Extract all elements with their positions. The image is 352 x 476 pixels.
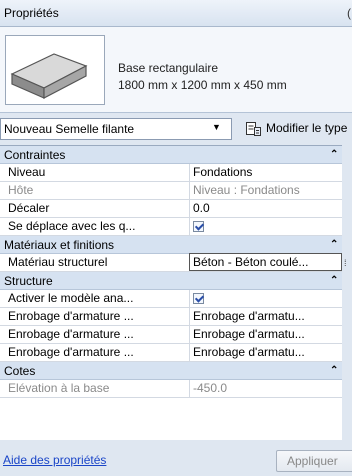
collapse-chevron-icon[interactable]: ⌃ bbox=[330, 272, 338, 290]
instance-type-label: Nouveau Semelle filante bbox=[4, 122, 135, 136]
collapse-chevron-icon[interactable]: ⌃ bbox=[330, 146, 338, 164]
properties-footer: Aide des propriétés Appliquer bbox=[0, 444, 352, 476]
property-row-rebar-cover[interactable]: Enrobage d'armature ... Enrobage d'armat… bbox=[0, 326, 342, 344]
property-row-hote: Hôte Niveau : Fondations bbox=[0, 182, 342, 200]
resize-grip-icon[interactable]: ⁞ bbox=[344, 258, 347, 268]
section-title: Contraintes bbox=[4, 148, 66, 162]
property-value[interactable]: Enrobage d'armatu... bbox=[189, 308, 342, 325]
property-row-rebar-cover[interactable]: Enrobage d'armature ... Enrobage d'armat… bbox=[0, 344, 342, 362]
type-dimensions: 1800 mm x 1200 mm x 450 mm bbox=[118, 78, 287, 92]
property-row-base-elevation: Elévation à la base -450.0 bbox=[0, 380, 342, 398]
type-preview-panel: Base rectangulaire 1800 mm x 1200 mm x 4… bbox=[0, 27, 352, 113]
titlebar-fragment: ( bbox=[347, 6, 351, 20]
type-family-name: Base rectangulaire bbox=[118, 61, 219, 75]
property-key: Se déplace avec les q... bbox=[8, 219, 136, 233]
property-key: Activer le modèle ana... bbox=[8, 291, 134, 305]
section-cotes[interactable]: Cotes ⌃ bbox=[0, 362, 342, 380]
section-materiaux[interactable]: Matériaux et finitions ⌃ bbox=[0, 236, 342, 254]
edit-type-button[interactable]: Modifier le type bbox=[245, 118, 352, 140]
edit-type-label: Modifier le type bbox=[266, 121, 348, 135]
property-row-niveau[interactable]: Niveau Fondations bbox=[0, 164, 342, 182]
property-row-analytical-model[interactable]: Activer le modèle ana... bbox=[0, 290, 342, 308]
property-row-structural-material[interactable]: Matériau structurel Béton - Béton coulé.… bbox=[0, 253, 342, 272]
property-key: Décaler bbox=[8, 201, 50, 215]
properties-help-link[interactable]: Aide des propriétés bbox=[3, 453, 106, 467]
property-key: Elévation à la base bbox=[8, 381, 110, 395]
collapse-chevron-icon[interactable]: ⌃ bbox=[330, 362, 338, 380]
property-value[interactable]: Enrobage d'armatu... bbox=[189, 326, 342, 343]
type-selector-row: Nouveau Semelle filante ▼ Modifier le ty… bbox=[0, 117, 352, 141]
property-value: Niveau : Fondations bbox=[189, 182, 342, 199]
rectangular-footing-3d-icon bbox=[5, 35, 105, 105]
apply-button[interactable]: Appliquer bbox=[276, 450, 352, 472]
chevron-down-icon[interactable]: ▼ bbox=[212, 122, 221, 132]
properties-titlebar: Propriétés ( bbox=[0, 0, 352, 27]
property-key: Matériau structurel bbox=[8, 255, 108, 269]
property-value[interactable]: Enrobage d'armatu... bbox=[189, 344, 342, 361]
property-value[interactable] bbox=[189, 218, 342, 235]
side-rail: ⁞ bbox=[342, 145, 352, 440]
section-title: Cotes bbox=[4, 364, 36, 378]
type-name-text: Base rectangulaire 1800 mm x 1200 mm x 4… bbox=[118, 60, 287, 94]
material-value-field[interactable]: Béton - Béton coulé... bbox=[189, 253, 342, 271]
property-key: Hôte bbox=[8, 183, 34, 197]
instance-type-dropdown[interactable]: Nouveau Semelle filante ▼ bbox=[0, 118, 232, 140]
window-title: Propriétés bbox=[4, 6, 59, 20]
apply-button-label: Appliquer bbox=[287, 454, 338, 468]
edit-type-icon bbox=[245, 120, 262, 140]
property-value[interactable]: 0.0 bbox=[189, 200, 342, 217]
property-row-moves-with-grids[interactable]: Se déplace avec les q... bbox=[0, 218, 342, 236]
property-value[interactable]: Fondations bbox=[189, 164, 342, 181]
property-key: Niveau bbox=[8, 165, 46, 179]
section-title: Matériaux et finitions bbox=[4, 238, 115, 252]
property-row-rebar-cover[interactable]: Enrobage d'armature ... Enrobage d'armat… bbox=[0, 308, 342, 326]
collapse-chevron-icon[interactable]: ⌃ bbox=[330, 236, 338, 254]
property-key: Enrobage d'armature ... bbox=[8, 309, 134, 323]
properties-grid: Contraintes ⌃ Niveau Fondations Hôte Niv… bbox=[0, 145, 342, 440]
property-value[interactable] bbox=[189, 290, 342, 307]
property-value: -450.0 bbox=[189, 380, 342, 397]
property-key: Enrobage d'armature ... bbox=[8, 327, 134, 341]
property-row-decaler[interactable]: Décaler 0.0 bbox=[0, 200, 342, 218]
section-structure[interactable]: Structure ⌃ bbox=[0, 272, 342, 290]
checked-checkbox[interactable] bbox=[193, 221, 204, 232]
property-key: Enrobage d'armature ... bbox=[8, 345, 134, 359]
checked-checkbox[interactable] bbox=[193, 293, 204, 304]
section-title: Structure bbox=[4, 274, 53, 288]
section-contraintes[interactable]: Contraintes ⌃ bbox=[0, 146, 342, 164]
